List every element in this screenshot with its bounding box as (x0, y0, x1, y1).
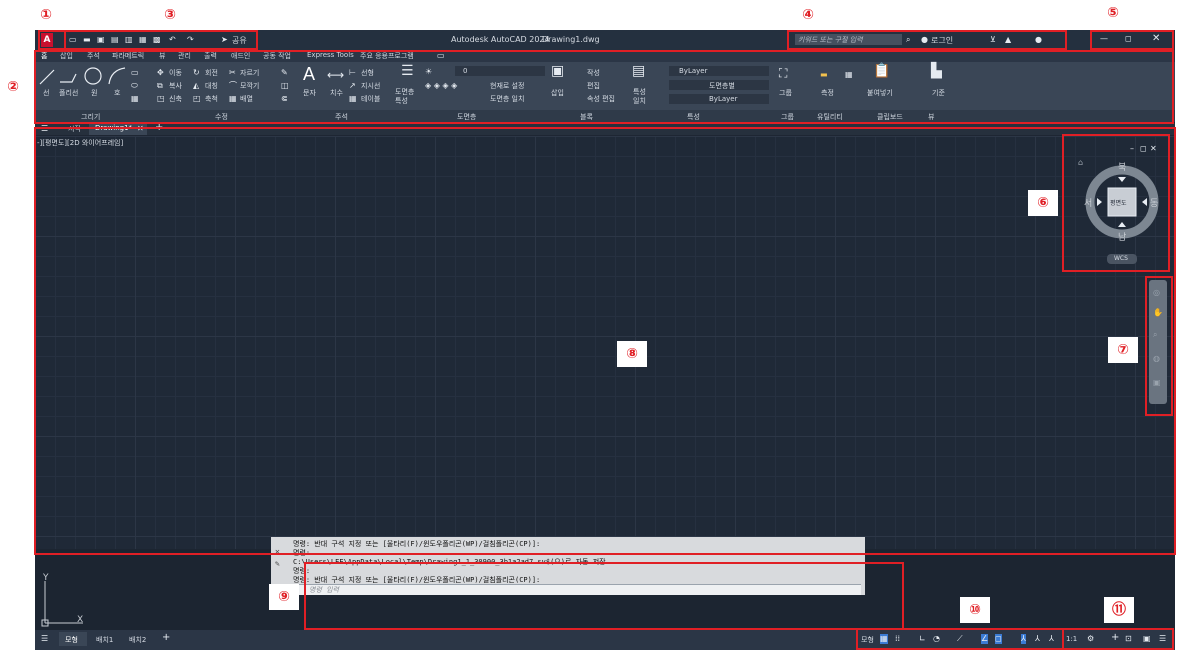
annotation-box-11 (1062, 628, 1174, 650)
annotation-box-9 (304, 562, 904, 630)
annotation-box-2 (34, 50, 1174, 124)
model-layout-tab[interactable]: 모형 (59, 632, 87, 646)
layout-menu-icon[interactable]: ☰ (41, 634, 48, 644)
annotation-box-4 (787, 30, 1067, 50)
annotation-box-5 (1090, 30, 1174, 50)
annotation-number-1: ① (40, 7, 52, 23)
annotation-box-8 (34, 127, 1176, 555)
annotation-number-7: ⑦ (1108, 337, 1138, 363)
annotation-box-6 (1062, 134, 1170, 272)
annotation-number-2: ② (7, 79, 19, 95)
annotation-number-8: ⑧ (617, 341, 647, 367)
annotation-number-10: ⑩ (960, 597, 990, 623)
window-title-file: Drawing1.dwg (542, 35, 600, 44)
annotation-number-4: ④ (802, 7, 814, 23)
annotation-number-9: ⑨ (269, 584, 299, 610)
layout1-tab[interactable]: 배치1 (96, 635, 113, 645)
command-settings-icon[interactable]: ✎ (275, 559, 280, 569)
annotation-box-10 (856, 628, 1064, 650)
window-title-app: Autodesk AutoCAD 2024 (451, 35, 550, 44)
ucs-x-label: X (77, 615, 84, 625)
annotation-number-5: ⑤ (1107, 5, 1119, 21)
layout2-tab[interactable]: 배치2 (129, 635, 146, 645)
annotation-number-11: ⑪ (1104, 597, 1134, 623)
annotation-box-1 (38, 30, 66, 50)
annotation-box-3 (64, 30, 258, 50)
annotation-box-7 (1145, 276, 1173, 416)
model-layout-label: 모형 (65, 636, 78, 644)
add-layout-icon[interactable]: + (162, 633, 170, 643)
ucs-y-label: Y (43, 573, 49, 583)
annotation-number-3: ③ (164, 7, 176, 23)
annotation-number-6: ⑥ (1028, 190, 1058, 216)
